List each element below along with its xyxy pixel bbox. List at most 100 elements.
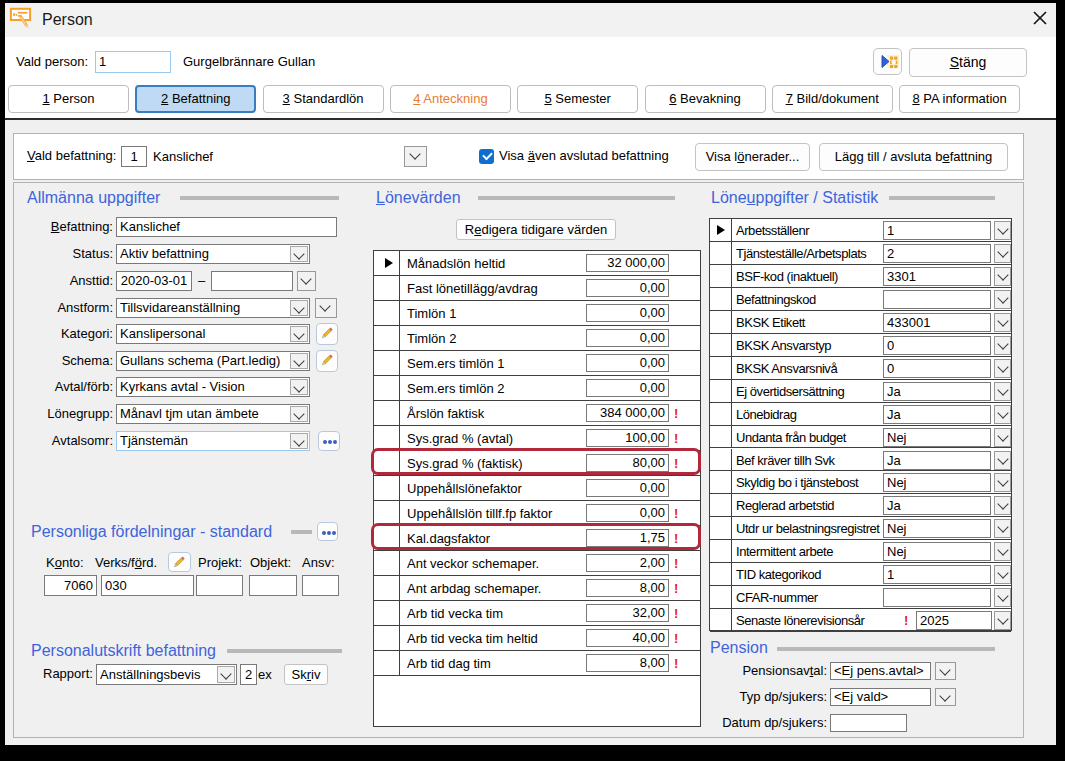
field-combo-7[interactable]: Månavl tjm utan ämbete xyxy=(116,404,310,424)
ansttid-to-input[interactable] xyxy=(211,271,293,291)
stats-row-value[interactable]: 0 xyxy=(883,336,991,355)
stats-row-value[interactable]: Nej xyxy=(883,542,991,561)
stats-row-dropdown[interactable] xyxy=(994,313,1011,332)
salary-row-value[interactable]: 0,00 xyxy=(586,304,669,322)
dist-input-1[interactable]: 030 xyxy=(101,575,194,596)
run-report-button[interactable] xyxy=(873,48,902,75)
dist-input-3[interactable] xyxy=(249,575,297,596)
stats-row-dropdown[interactable] xyxy=(994,611,1011,630)
personliga-dots-button[interactable] xyxy=(317,522,338,541)
stats-row-value[interactable]: 2025 xyxy=(916,611,992,630)
stats-row-dropdown[interactable] xyxy=(994,290,1011,309)
pension-value-0[interactable]: <Ej pens.avtal> xyxy=(830,662,931,680)
befattning-number-input[interactable]: 1 xyxy=(121,146,147,167)
stats-row-value[interactable] xyxy=(883,588,991,607)
skriv-button[interactable]: Skriv xyxy=(284,664,328,685)
pencil-button-5[interactable] xyxy=(316,350,338,372)
field-combo-8[interactable]: Tjänstemän xyxy=(116,431,310,451)
stats-row-value[interactable]: Ja xyxy=(883,405,991,424)
stats-row-value[interactable]: Ja xyxy=(883,451,991,470)
stats-row-dropdown[interactable] xyxy=(994,382,1011,401)
stats-row-dropdown[interactable] xyxy=(994,496,1011,515)
copies-input[interactable]: 2 xyxy=(240,664,257,685)
lagg-till-button[interactable]: Lägg till / avsluta befattning xyxy=(819,143,1008,171)
stats-row-dropdown[interactable] xyxy=(994,221,1011,240)
stats-row-dropdown[interactable] xyxy=(994,359,1011,378)
salary-row-value[interactable]: 8,00 xyxy=(586,579,669,597)
field-combo-4[interactable]: Kanslipersonal xyxy=(116,324,310,344)
avtalsomr-dots-button[interactable] xyxy=(318,431,340,451)
vald-person-input[interactable]: 1 xyxy=(95,51,171,73)
dist-input-4[interactable] xyxy=(302,575,339,596)
dist-input-0[interactable]: 7060 xyxy=(44,575,97,596)
salary-row-value[interactable]: 0,00 xyxy=(586,479,669,497)
stats-row-dropdown[interactable] xyxy=(994,336,1011,355)
stats-row-value[interactable]: 1 xyxy=(883,221,991,240)
salary-row-value[interactable]: 384 000,00 xyxy=(586,404,669,422)
field-combo-1[interactable]: Aktiv befattning xyxy=(116,244,310,264)
stats-row-dropdown[interactable] xyxy=(994,565,1011,584)
stats-row-dropdown[interactable] xyxy=(994,267,1011,286)
tab-5[interactable]: 5 Semester xyxy=(517,85,638,113)
close-icon[interactable] xyxy=(1027,5,1053,31)
field-combo-5[interactable]: Gullans schema (Part.ledig) xyxy=(116,351,310,371)
salary-row-value[interactable]: 8,00 xyxy=(586,654,669,672)
tab-8[interactable]: 8 PA information xyxy=(899,85,1020,113)
salary-row-value[interactable]: 40,00 xyxy=(586,629,669,647)
tab-4[interactable]: 4 Anteckning xyxy=(390,85,511,113)
stats-row-dropdown[interactable] xyxy=(994,519,1011,538)
ansttid-from-input[interactable]: 2020-03-01 xyxy=(116,271,192,291)
stats-row-dropdown[interactable] xyxy=(994,473,1011,492)
stats-row-value[interactable]: Nej xyxy=(883,428,991,447)
tab-7[interactable]: 7 Bild/dokument xyxy=(772,85,893,113)
stats-row-value[interactable]: 0 xyxy=(883,359,991,378)
pension-dropdown-1[interactable] xyxy=(935,688,956,706)
stats-row-dropdown[interactable] xyxy=(994,428,1011,447)
salary-row-value[interactable]: 32,00 xyxy=(586,604,669,622)
stats-row-value[interactable]: 433001 xyxy=(883,313,991,332)
field-combo-3[interactable]: Tillsvidareanställning xyxy=(116,298,310,318)
pension-dropdown-0[interactable] xyxy=(935,662,956,680)
stats-row-dropdown[interactable] xyxy=(994,588,1011,607)
pension-value-2[interactable] xyxy=(830,714,907,732)
stats-row-value[interactable]: 1 xyxy=(883,565,991,584)
dist-input-2[interactable] xyxy=(196,575,243,596)
anstform-extra-dropdown[interactable] xyxy=(315,298,337,318)
rapport-combo[interactable]: Anställningsbevis xyxy=(96,664,237,685)
stats-row-value[interactable]: Nej xyxy=(883,473,991,492)
stats-row-dropdown[interactable] xyxy=(994,451,1011,470)
stats-row-value[interactable]: Ja xyxy=(883,382,991,401)
salary-row-value[interactable]: 32 000,00 xyxy=(586,254,669,272)
stats-row-value[interactable]: 2 xyxy=(883,244,991,263)
stats-row-value[interactable]: Ja xyxy=(883,496,991,515)
salary-row-value[interactable]: 0,00 xyxy=(586,354,669,372)
stats-row-dropdown[interactable] xyxy=(994,405,1011,424)
close-window-button[interactable]: Stäng xyxy=(909,48,1027,77)
stats-row-value[interactable]: 3301 xyxy=(883,267,991,286)
stats-row-label: TID kategorikod xyxy=(736,563,821,586)
visa-avslutad-checkbox[interactable] xyxy=(479,149,494,164)
salary-row-value[interactable]: 100,00 xyxy=(586,429,669,447)
redigera-button[interactable]: Redigera tidigare värden xyxy=(456,219,616,240)
stats-row-value[interactable]: Nej xyxy=(883,519,991,538)
tab-6[interactable]: 6 Bevakning xyxy=(645,85,766,113)
salary-row-value[interactable]: 0,00 xyxy=(586,329,669,347)
pencil-button-4[interactable] xyxy=(316,323,338,345)
tab-2[interactable]: 2 Befattning xyxy=(135,85,256,113)
befattning-input[interactable]: Kanslichef xyxy=(116,217,337,237)
visa-lonerader-button[interactable]: Visa lönerader... xyxy=(695,143,810,171)
befattning-dropdown-button[interactable] xyxy=(404,146,427,167)
ansttid-dropdown-button[interactable] xyxy=(297,271,316,291)
dist-pencil-button[interactable] xyxy=(168,552,191,572)
stats-row-value[interactable] xyxy=(883,290,991,309)
field-combo-6[interactable]: Kyrkans avtal - Vision xyxy=(116,377,310,397)
salary-row-value[interactable]: 2,00 xyxy=(586,554,669,572)
tab-3[interactable]: 3 Standardlön xyxy=(263,85,384,113)
pension-value-1[interactable]: <Ej vald> xyxy=(830,688,931,706)
salary-row-value[interactable]: 0,00 xyxy=(586,504,669,522)
salary-row-value[interactable]: 0,00 xyxy=(586,379,669,397)
tab-1[interactable]: 1 Person xyxy=(8,85,129,113)
stats-row-dropdown[interactable] xyxy=(994,244,1011,263)
stats-row-dropdown[interactable] xyxy=(994,542,1011,561)
salary-row-value[interactable]: 0,00 xyxy=(586,279,669,297)
